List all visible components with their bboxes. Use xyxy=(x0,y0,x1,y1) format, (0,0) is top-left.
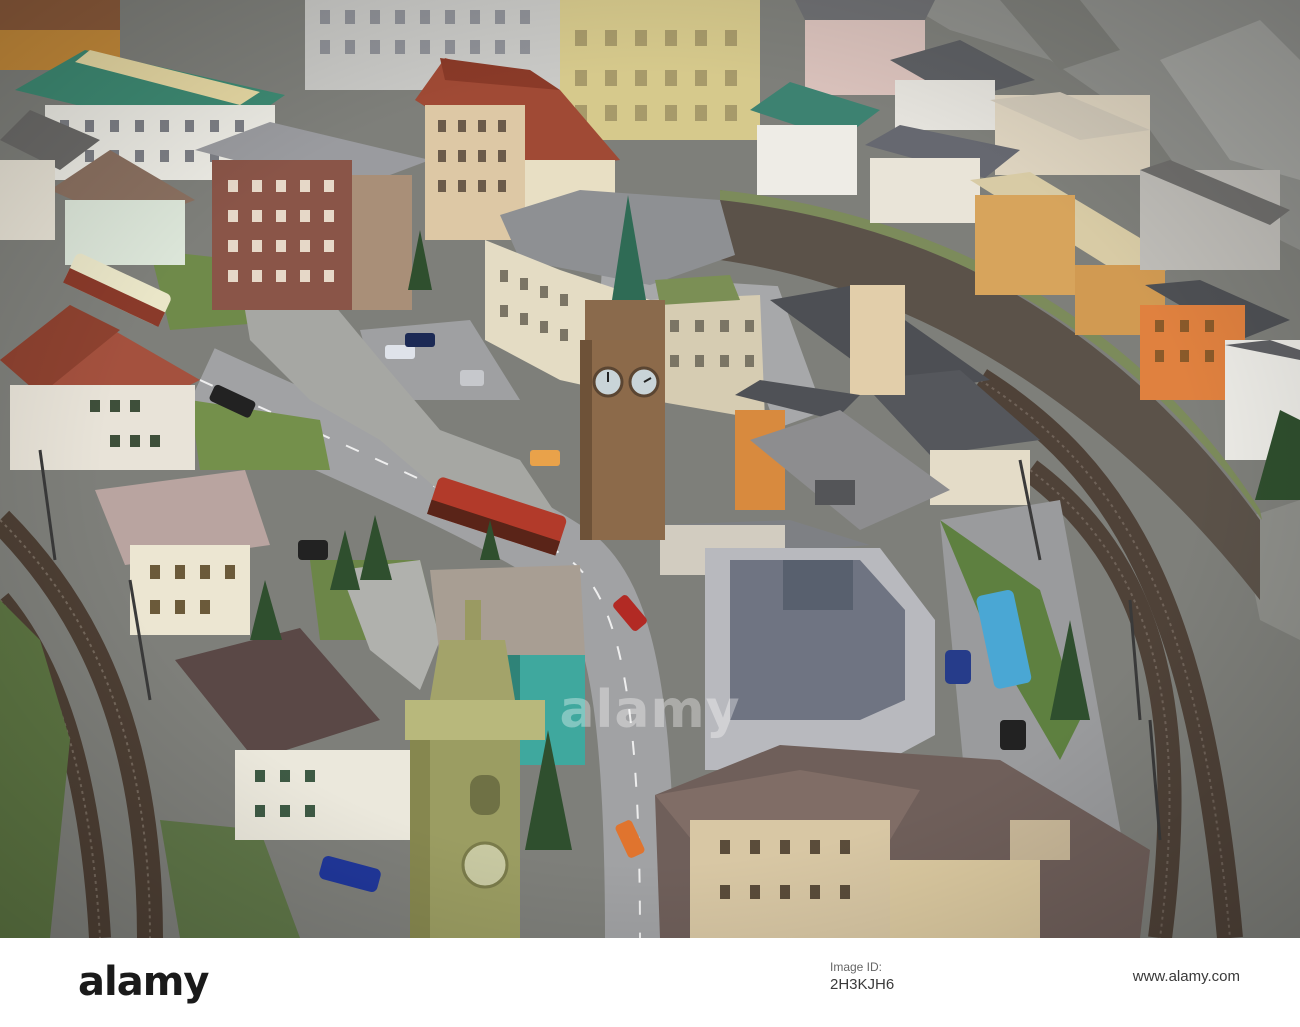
miniature-town-photo: alamy xyxy=(0,0,1300,938)
image-id-label: Image ID: xyxy=(830,960,883,974)
image-id-block: Image ID: 2H3KJH6 xyxy=(830,958,990,994)
alamy-logo: alamy xyxy=(78,952,218,1012)
alamy-url[interactable]: www.alamy.com xyxy=(1040,968,1240,985)
alamy-wordmark: alamy xyxy=(78,959,209,1005)
image-id-value: 2H3KJH6 xyxy=(830,976,895,993)
watermark-band: alamy Image ID: 2H3KJH6 www.alamy.com xyxy=(0,938,1300,1027)
